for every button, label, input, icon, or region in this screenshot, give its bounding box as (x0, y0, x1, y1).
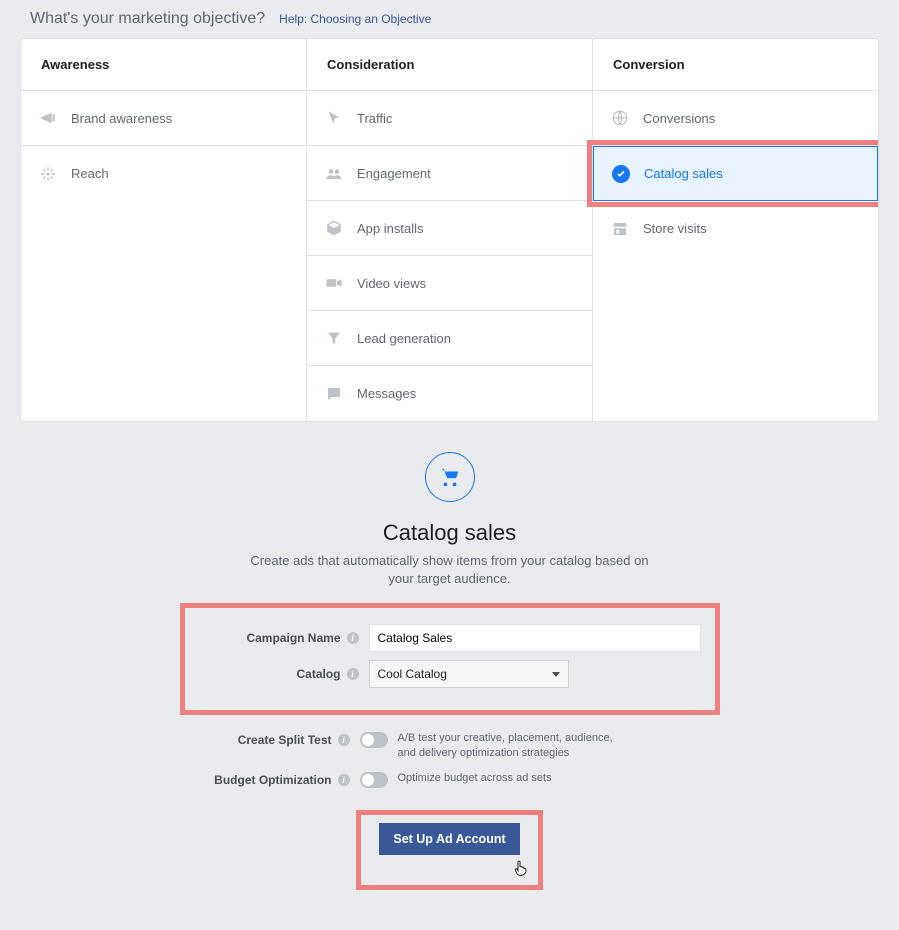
objective-label: Catalog sales (644, 166, 723, 181)
column-header-awareness: Awareness (21, 39, 306, 91)
column-header-consideration: Consideration (307, 39, 592, 91)
objective-messages[interactable]: Messages (307, 366, 592, 421)
check-icon (612, 165, 630, 183)
catalog-sales-hero-icon (425, 452, 475, 502)
cta-highlight-box: Set Up Ad Account (356, 810, 542, 890)
video-icon (325, 274, 343, 292)
objective-engagement[interactable]: Engagement (307, 146, 592, 201)
info-icon[interactable]: i (338, 774, 350, 786)
catalog-label: Catalog i (199, 667, 359, 681)
split-test-description: A/B test your creative, placement, audie… (398, 731, 628, 761)
budget-optimization-label: Budget Optimization i (180, 771, 350, 787)
catalog-select-value: Cool Catalog (378, 667, 447, 681)
campaign-name-label: Campaign Name i (199, 631, 359, 645)
objective-store-visits[interactable]: Store visits (593, 201, 878, 256)
objective-conversions[interactable]: Conversions (593, 91, 878, 146)
objective-reach[interactable]: Reach (21, 146, 306, 201)
page-title: What's your marketing objective? (30, 10, 265, 28)
globe-icon (611, 109, 629, 127)
info-icon[interactable]: i (347, 668, 359, 680)
objective-catalog-sales[interactable]: Catalog sales (593, 146, 878, 201)
objective-label: Messages (357, 386, 416, 401)
box-icon (325, 219, 343, 237)
objective-label: Store visits (643, 221, 707, 236)
detail-title: Catalog sales (180, 520, 720, 546)
budget-optimization-toggle[interactable] (360, 772, 388, 788)
funnel-icon (325, 329, 343, 347)
store-icon (611, 220, 629, 238)
split-test-label: Create Split Test i (180, 731, 350, 747)
page-header: What's your marketing objective? Help: C… (20, 10, 879, 28)
objective-traffic[interactable]: Traffic (307, 91, 592, 146)
objective-label: Reach (71, 166, 109, 181)
setup-ad-account-button[interactable]: Set Up Ad Account (379, 823, 519, 855)
objective-brand-awareness[interactable]: Brand awareness (21, 91, 306, 146)
detail-description: Create ads that automatically show items… (240, 552, 660, 588)
campaign-name-input[interactable] (369, 624, 701, 652)
objective-detail: Catalog sales Create ads that automatica… (180, 452, 720, 890)
objective-video-views[interactable]: Video views (307, 256, 592, 311)
objective-app-installs[interactable]: App installs (307, 201, 592, 256)
pointer-cursor-icon (450, 859, 590, 881)
objective-label: Lead generation (357, 331, 451, 346)
info-icon[interactable]: i (338, 734, 350, 746)
objective-label: Traffic (357, 111, 392, 126)
info-icon[interactable]: i (347, 632, 359, 644)
help-link[interactable]: Help: Choosing an Objective (279, 12, 431, 26)
form-highlight-box: Campaign Name i Catalog i Cool Catalog (180, 603, 720, 715)
column-header-conversion: Conversion (593, 39, 878, 91)
megaphone-icon (39, 109, 57, 127)
people-icon (325, 164, 343, 182)
chat-icon (325, 385, 343, 403)
split-test-toggle[interactable] (360, 732, 388, 748)
objective-label: Engagement (357, 166, 431, 181)
objective-label: Conversions (643, 111, 715, 126)
objective-label: Video views (357, 276, 426, 291)
reach-icon (39, 165, 57, 183)
objective-lead-generation[interactable]: Lead generation (307, 311, 592, 366)
budget-optimization-description: Optimize budget across ad sets (398, 771, 628, 786)
cursor-icon (325, 109, 343, 127)
chevron-down-icon (552, 672, 560, 677)
objective-label: App installs (357, 221, 423, 236)
catalog-select[interactable]: Cool Catalog (369, 660, 569, 688)
objective-grid: Awareness Brand awareness Reach Consider… (20, 38, 879, 422)
objective-label: Brand awareness (71, 111, 172, 126)
